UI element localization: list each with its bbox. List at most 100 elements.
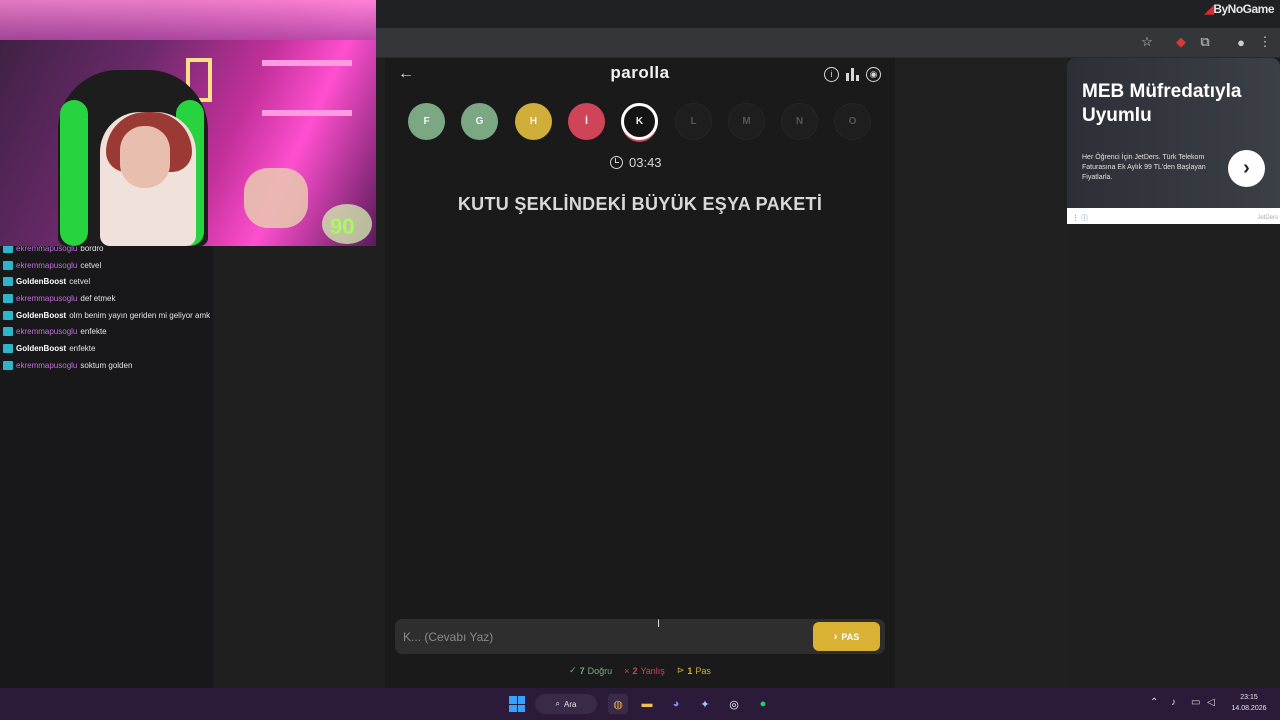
wrong-count: 2: [632, 665, 638, 676]
chat-username[interactable]: ekremmapusoglu: [16, 294, 77, 303]
game-panel: [385, 58, 895, 688]
timer-value: 03:43: [629, 155, 662, 170]
correct-count: 7: [579, 665, 585, 676]
taskbar-search-label: Ara: [564, 699, 577, 709]
tray-chevron-up-icon[interactable]: ⌃: [1150, 697, 1158, 708]
clock-date: 14.08.2026: [1231, 705, 1267, 712]
chat-username[interactable]: GoldenBoost: [16, 344, 66, 353]
chat-username[interactable]: ekremmapusoglu: [16, 361, 77, 370]
answer-input[interactable]: [403, 619, 803, 654]
letter-wrong: İ: [568, 103, 605, 140]
chat-username[interactable]: GoldenBoost: [16, 311, 66, 320]
chrome-icon[interactable]: ◍: [608, 694, 628, 714]
info-icon[interactable]: i: [824, 67, 839, 82]
extensions-puzzle-icon[interactable]: ⧉: [1196, 33, 1214, 51]
chevron-right-icon: ›: [833, 630, 838, 643]
webcam-streamer-hand: [244, 168, 308, 228]
app-icon[interactable]: ✦: [695, 694, 715, 714]
wrong-stat: × 2 Yanlış: [624, 665, 665, 676]
chat-message: ekremmapusoglu enfekte: [0, 323, 213, 340]
taskbar-clock[interactable]: 23:15 14.08.2026: [1224, 692, 1274, 714]
microphone-icon[interactable]: ♪: [1171, 697, 1176, 708]
webcam-overlay: 90: [0, 0, 376, 246]
chat-message: GoldenBoost olm benim yayın geriden mi ge…: [0, 307, 213, 324]
screen: ☆ ◆ ⧉ ● ⋮ ◢ByNoGame ekremmapusoglu bordro…: [0, 0, 1280, 720]
taskbar-search[interactable]: ⌕ Ara: [535, 694, 597, 714]
ad-text: Her Öğrenci İçin JetDers. Türk Telekom F…: [1082, 154, 1206, 181]
pass-button[interactable]: › PAS: [813, 622, 880, 651]
cross-icon: ×: [624, 665, 630, 676]
chat-badge-icon: [3, 260, 13, 270]
correct-label: Doğru: [587, 665, 613, 676]
stats-chart-icon[interactable]: [845, 67, 860, 82]
chat-messages: ekremmapusoglu bordro ekremmapusoglu cetvel…: [0, 240, 213, 374]
letter-pending: O: [834, 103, 871, 140]
chat-message: ekremmapusoglu soktum golden: [0, 357, 213, 374]
chat-text: enfekte: [69, 343, 96, 353]
brand-text: ByNoGame: [1213, 2, 1274, 16]
score-stats: ✓ 7 Doğru × 2 Yanlış ⊳ 1 Pas: [560, 665, 720, 676]
chat-username[interactable]: ekremmapusoglu: [16, 261, 77, 270]
webcam-badge: 90: [330, 214, 355, 239]
file-explorer-icon[interactable]: ▬: [637, 694, 657, 714]
browser-menu-icon[interactable]: ⋮: [1256, 33, 1274, 51]
webcam-streamer-face: [120, 126, 170, 188]
ad-source: JetDers: [1257, 215, 1278, 221]
ad-info-icon[interactable]: ⋮ ⓘ: [1072, 213, 1088, 223]
ad-column: [1067, 224, 1280, 688]
answer-box: ›PAS: [395, 619, 885, 654]
address-bar[interactable]: [376, 31, 1166, 55]
ad-footer: [1067, 208, 1280, 224]
letter-correct: G: [461, 103, 498, 140]
stream-brand-watermark: ◢ByNoGame: [1204, 2, 1275, 16]
webcam-shelf: [262, 110, 352, 116]
skip-icon: ⊳: [676, 665, 685, 675]
clock-icon: [610, 156, 623, 169]
timer: 03:43: [610, 155, 662, 170]
webcam-shelf: [262, 60, 352, 66]
chat-badge-icon: [3, 360, 13, 370]
chat-message: ekremmapusoglu def etmek: [0, 290, 213, 307]
text-cursor-icon: I: [657, 618, 661, 630]
chat-badge-icon: [3, 327, 13, 337]
chat-badge-icon: [3, 310, 13, 320]
spotify-icon[interactable]: ●: [753, 694, 773, 714]
chat-text: soktum golden: [80, 360, 133, 370]
chat-badge-icon: [3, 277, 13, 287]
discord-icon[interactable]: ◕: [666, 694, 686, 714]
pass-label: Pas: [695, 665, 711, 676]
chat-badge-icon: [3, 293, 13, 303]
chat-text: enfekte: [80, 327, 107, 337]
page-gutter-right: [895, 58, 1067, 688]
windows-start-icon[interactable]: [509, 696, 525, 712]
chat-message: GoldenBoost enfekte: [0, 340, 213, 357]
brand-logo-icon: ◢: [1204, 2, 1214, 16]
clock-time: 23:15: [1240, 694, 1258, 701]
back-arrow-icon[interactable]: ←: [398, 65, 416, 83]
search-icon: ⌕: [555, 699, 561, 708]
user-profile-icon[interactable]: ◉: [866, 67, 881, 82]
extension-icon[interactable]: ◆: [1172, 33, 1190, 51]
chat-username[interactable]: GoldenBoost: [16, 277, 66, 286]
letter-pending: L: [675, 103, 712, 140]
profile-avatar-icon[interactable]: ●: [1232, 33, 1250, 51]
chat-text: olm benim yayın geriden mi geliyor amk: [69, 310, 211, 320]
letter-correct: F: [408, 103, 445, 140]
ad-chevron-right-icon[interactable]: ›: [1228, 150, 1265, 187]
webcam-led-ceiling: [0, 0, 376, 40]
wrong-label: Yanlış: [640, 665, 665, 676]
network-icon[interactable]: ▭: [1191, 697, 1200, 708]
game-title: parolla: [610, 63, 670, 82]
question-text: KUTU ŞEKLİNDEKİ BÜYÜK EŞYA PAKETİ: [457, 194, 823, 214]
bookmark-star-icon[interactable]: ☆: [1138, 33, 1156, 51]
chat-text: cetvel: [80, 260, 102, 270]
pass-stat: ⊳ 1 Pas: [677, 665, 711, 676]
check-icon: ✓: [569, 665, 577, 675]
obs-icon[interactable]: ◎: [724, 694, 744, 714]
chat-text: def etmek: [80, 293, 116, 303]
volume-icon[interactable]: ◁: [1207, 697, 1215, 708]
pass-button-label: PAS: [841, 631, 860, 642]
chat-username[interactable]: ekremmapusoglu: [16, 327, 77, 336]
chat-message: GoldenBoost cetvel: [0, 273, 213, 290]
letter-current: K: [621, 103, 658, 140]
